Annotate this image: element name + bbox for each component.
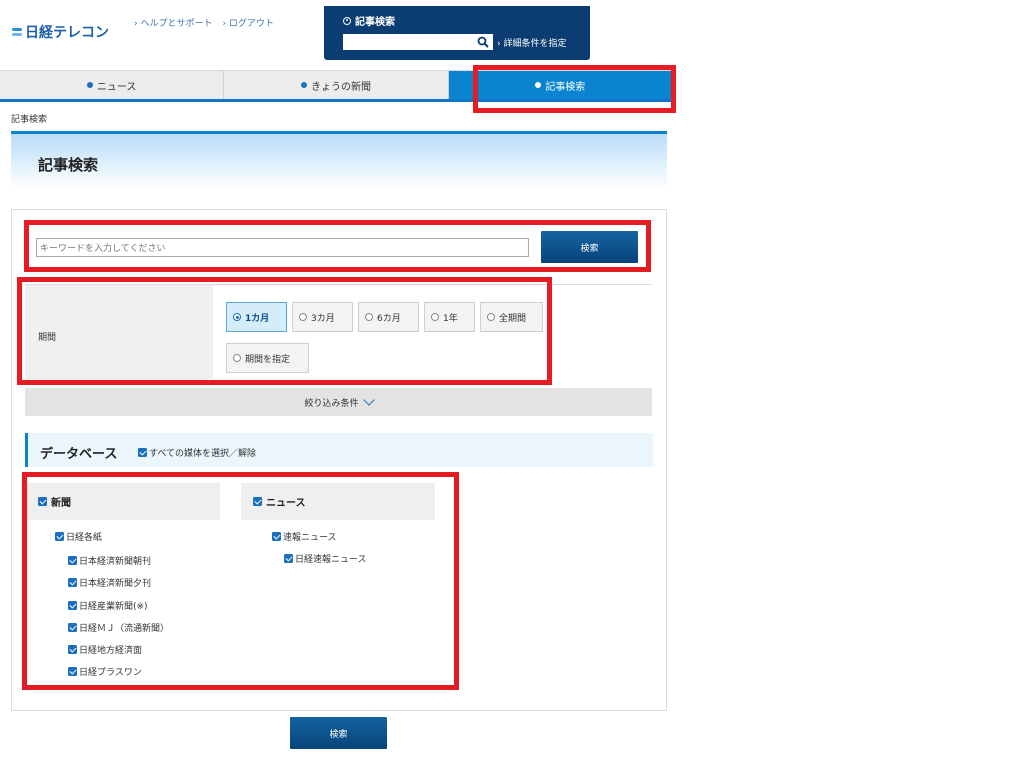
period-option-label: 1年 [443,313,458,324]
quick-search-input[interactable] [343,34,493,50]
tab-label: 記事検索 [545,81,586,93]
radio-icon [431,313,439,321]
media-item[interactable]: 日経ＭＪ（流通新聞） [68,621,169,634]
checkbox-checked-icon [68,667,77,676]
logo-mark-icon [12,26,22,38]
period-option-label: 1カ月 [245,313,270,324]
period-label: 期間 [38,333,57,343]
filter-toggle-label: 絞り込み条件 [304,398,359,409]
period-option-1-month[interactable]: 1カ月 [226,302,287,332]
nikkei-telecom-logo[interactable]: 日経テレコン [12,22,109,42]
period-option-label: 3カ月 [311,313,335,324]
logout-link[interactable]: › ログアウト [222,16,273,29]
item-label: 速報ニュース [283,533,337,543]
select-all-media-checkbox[interactable]: すべての媒体を選択／解除 [138,446,256,459]
page-title: 記事検索 [38,156,99,174]
item-label: 日経プラスワン [79,668,142,678]
quick-search-title-text: 記事検索 [355,17,395,28]
chevron-down-icon [362,394,375,406]
search-button[interactable]: 検索 [290,717,387,749]
checkbox-checked-icon [38,497,47,506]
checkbox-checked-icon [253,497,262,506]
media-item[interactable]: 日経速報ニュース [284,552,367,565]
period-option-label: 全期間 [499,313,527,324]
period-option-all[interactable]: 全期間 [480,302,543,332]
logo-text: 日経テレコン [25,25,109,41]
checkbox-checked-icon [68,578,77,587]
filter-conditions-toggle[interactable]: 絞り込み条件 [25,388,652,416]
radio-icon [343,16,351,25]
radio-icon [299,313,307,321]
bullet-icon [300,82,307,88]
keyword-search-button[interactable]: 検索 [541,231,638,263]
media-item[interactable]: 日経地方経済面 [68,643,142,656]
media-item[interactable]: 日本経済新聞夕刊 [68,576,151,589]
checkbox-checked-icon [138,448,147,457]
quick-search-button[interactable] [474,34,492,50]
radio-icon [233,313,241,321]
media-item[interactable]: 日本経済新聞朝刊 [68,554,151,567]
main-nav: ニュース きょうの新聞 記事検索 [0,70,672,102]
radio-icon [365,313,373,321]
period-option-1-year[interactable]: 1年 [424,302,475,332]
period-option-3-months[interactable]: 3カ月 [292,302,353,332]
tab-todays-paper[interactable]: きょうの新聞 [224,71,449,99]
database-title: データベース [40,447,118,462]
category-news[interactable]: ニュース [241,483,435,520]
category-newspaper[interactable]: 新聞 [26,483,220,520]
tab-label: きょうの新聞 [310,81,371,93]
item-label: 日本経済新聞夕刊 [79,579,152,589]
bullet-icon [86,82,93,88]
item-label: 日本経済新聞朝刊 [79,557,152,567]
detail-conditions-link[interactable]: › 詳細条件を指定 [497,36,566,49]
category-label: ニュース [266,498,306,509]
select-all-label: すべての媒体を選択／解除 [149,449,257,459]
breadcrumb: 記事検索 [11,115,48,125]
item-label: 日経各紙 [66,533,103,543]
media-item[interactable]: 日経産業新聞(※) [68,599,148,612]
checkbox-checked-icon [55,532,64,541]
keyword-input[interactable] [36,238,529,257]
checkbox-checked-icon [68,645,77,654]
tab-label: ニュース [96,81,137,93]
checkbox-checked-icon [68,556,77,565]
checkbox-checked-icon [284,554,293,563]
period-option-label: 期間を指定 [245,354,291,365]
checkbox-checked-icon [272,532,281,541]
radio-icon [233,354,241,362]
item-label: 日経ＭＪ（流通新聞） [79,624,170,634]
category-label: 新聞 [51,498,71,509]
tab-article-search[interactable]: 記事検索 [448,71,672,99]
radio-icon [487,313,495,321]
page-header [11,131,667,189]
tab-news[interactable]: ニュース [0,71,225,99]
item-label: 日経地方経済面 [79,646,143,656]
bullet-icon [535,82,542,88]
group-nikkei-papers[interactable]: 日経各紙 [55,530,102,543]
item-label: 日経速報ニュース [295,555,367,565]
quick-search-title: 記事検索 [343,13,395,28]
period-option-label: 6カ月 [377,313,401,324]
period-option-6-months[interactable]: 6カ月 [358,302,419,332]
search-icon [477,36,489,48]
item-label: 日経産業新聞(※) [79,602,148,612]
database-header [25,433,653,467]
checkbox-checked-icon [68,623,77,632]
period-option-custom[interactable]: 期間を指定 [226,343,309,373]
help-support-link[interactable]: › ヘルプとサポート [134,16,212,29]
group-breaking-news[interactable]: 速報ニュース [272,530,337,543]
top-links: › ヘルプとサポート › ログアウト [134,16,274,29]
media-item[interactable]: 日経プラスワン [68,665,142,678]
checkbox-checked-icon [68,601,77,610]
